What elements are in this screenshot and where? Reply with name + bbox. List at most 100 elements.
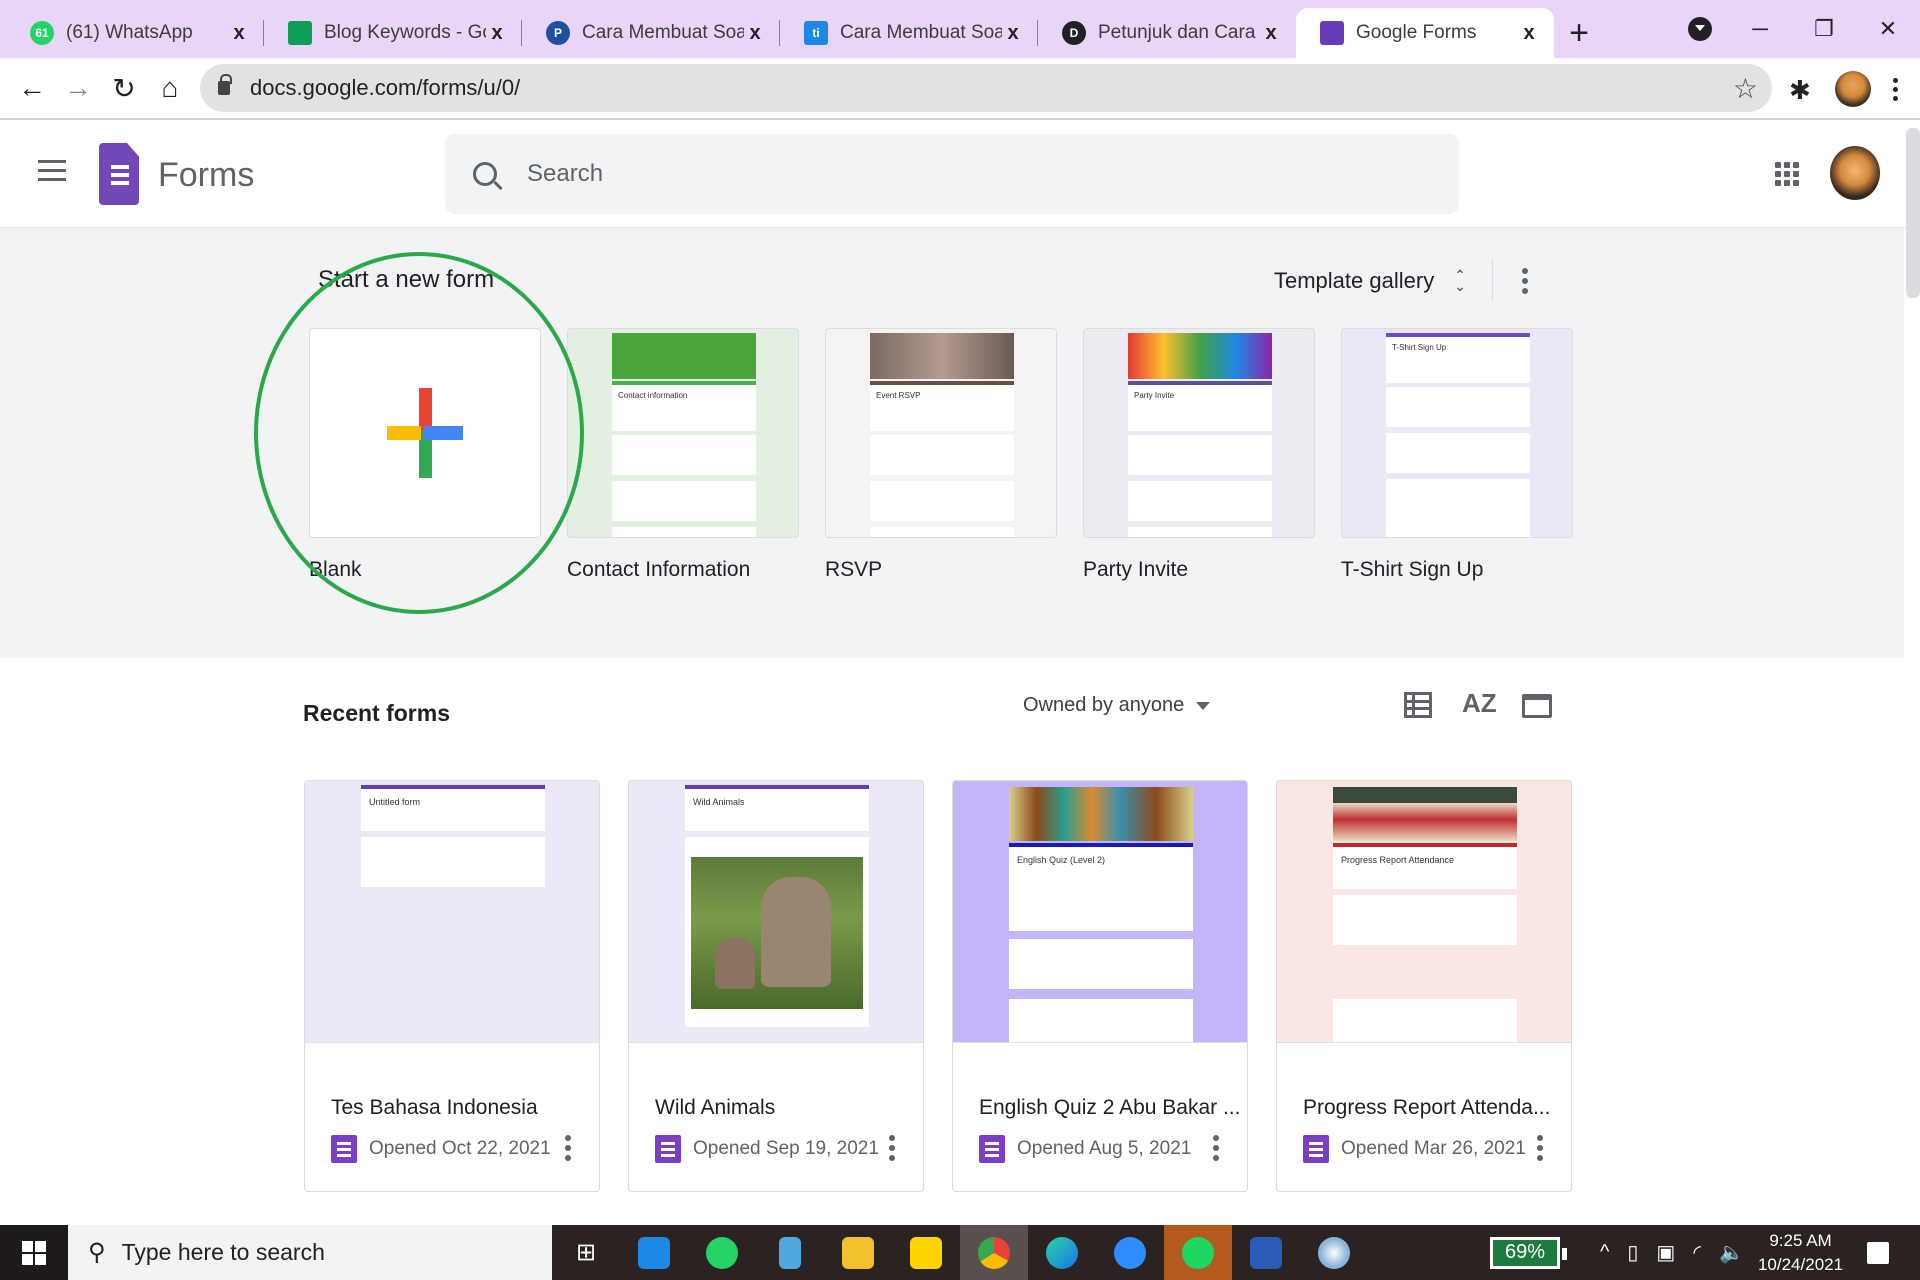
word-app-icon[interactable] xyxy=(1232,1225,1300,1280)
app-name[interactable]: Forms xyxy=(158,156,254,195)
template-thumbnail[interactable]: T-Shirt Sign Up xyxy=(1341,328,1573,538)
close-tab-icon[interactable]: x xyxy=(486,22,508,45)
template-card[interactable]: Event RSVP RSVP xyxy=(825,328,1057,582)
reload-button[interactable]: ↻ xyxy=(102,66,146,110)
clock[interactable]: 9:25 AM 10/24/2021 xyxy=(1758,1229,1843,1277)
minimize-button[interactable]: ─ xyxy=(1728,16,1792,42)
opened-date: Opened Sep 19, 2021 xyxy=(693,1138,879,1159)
sort-az-icon[interactable]: AZ xyxy=(1462,688,1497,719)
close-window-button[interactable]: ✕ xyxy=(1856,16,1920,42)
folder-picker-icon[interactable] xyxy=(1522,694,1552,718)
template-gallery-toggle[interactable]: Template gallery ⌃ ⌄ xyxy=(1274,268,1466,294)
form-more-options-icon[interactable] xyxy=(1537,1135,1543,1161)
paint-app-icon[interactable] xyxy=(1300,1225,1368,1280)
form-mini-question xyxy=(361,837,545,887)
template-header-image xyxy=(1128,333,1272,379)
search-input[interactable] xyxy=(527,160,1327,188)
close-tab-icon[interactable]: x xyxy=(1518,22,1540,45)
bookmark-star-icon[interactable]: ☆ xyxy=(1733,72,1758,105)
pinned-app-icon[interactable] xyxy=(756,1225,824,1280)
page-scrollbar[interactable] xyxy=(1906,128,1920,298)
template-thumbnail[interactable]: Party Invite xyxy=(1083,328,1315,538)
address-bar[interactable]: docs.google.com/forms/u/0/ ☆ xyxy=(200,64,1772,112)
template-mini-title-card: Event RSVP xyxy=(870,385,1014,431)
template-thumbnail[interactable]: Event RSVP xyxy=(825,328,1057,538)
recent-form-card[interactable]: Untitled form Tes Bahasa Indonesia Opene… xyxy=(304,780,600,1192)
recent-form-card[interactable]: English Quiz (Level 2) English Quiz 2 Ab… xyxy=(952,780,1248,1192)
template-mini-question xyxy=(1386,479,1530,537)
template-more-options-icon[interactable] xyxy=(1522,268,1528,294)
extensions-puzzle-icon[interactable]: ✱ xyxy=(1789,75,1817,105)
google-apps-icon[interactable] xyxy=(1775,162,1799,186)
template-card[interactable]: T-Shirt Sign Up T-Shirt Sign Up xyxy=(1341,328,1573,582)
tab-search-icon[interactable] xyxy=(1688,17,1712,41)
restore-button[interactable]: ❐ xyxy=(1792,16,1856,42)
diploma-header-image xyxy=(1333,787,1517,841)
account-avatar[interactable] xyxy=(1830,146,1880,200)
browser-tab[interactable]: Google Forms x xyxy=(1296,8,1554,58)
blank-thumbnail[interactable] xyxy=(309,328,541,538)
form-opened-meta: Opened Aug 5, 2021 xyxy=(979,1135,1191,1163)
clock-date: 10/24/2021 xyxy=(1757,1254,1844,1274)
browser-tab[interactable]: ti Cara Membuat Soal Ox xyxy=(780,8,1038,58)
home-button[interactable]: ⌂ xyxy=(148,66,192,110)
battery-indicator[interactable]: 69% xyxy=(1490,1236,1567,1269)
browser-tab[interactable]: 61 (61) WhatsApp x xyxy=(6,8,264,58)
owner-filter-dropdown[interactable]: Owned by anyone xyxy=(1023,694,1211,717)
zoom-app-icon[interactable] xyxy=(1096,1225,1164,1280)
template-mini-title: Event RSVP xyxy=(876,391,921,400)
mail-app-icon[interactable] xyxy=(620,1225,688,1280)
forms-logo-icon[interactable] xyxy=(99,143,139,205)
template-card[interactable]: Party Invite Party Invite xyxy=(1083,328,1315,582)
main-menu-icon[interactable] xyxy=(38,160,66,187)
form-mini-title-card: Wild Animals xyxy=(685,789,869,831)
whatsapp-app-icon[interactable] xyxy=(688,1225,756,1280)
template-blank[interactable]: Blank xyxy=(309,328,541,582)
template-mini-question xyxy=(612,527,756,537)
form-preview: English Quiz (Level 2) xyxy=(953,781,1247,1043)
template-card[interactable]: Contact information Contact Information xyxy=(567,328,799,582)
form-more-options-icon[interactable] xyxy=(565,1135,571,1161)
form-name: Progress Report Attenda... xyxy=(1303,1096,1551,1119)
close-tab-icon[interactable]: x xyxy=(1260,22,1282,45)
opened-date: Opened Oct 22, 2021 xyxy=(369,1138,551,1159)
close-tab-icon[interactable]: x xyxy=(744,22,766,45)
recent-form-card[interactable]: Progress Report Attendance Progress Repo… xyxy=(1276,780,1572,1192)
taskbar-search[interactable]: ⚲ Type here to search xyxy=(68,1225,552,1280)
new-tab-button[interactable]: + xyxy=(1554,8,1604,58)
browser-menu-button[interactable] xyxy=(1893,77,1898,101)
browser-tab[interactable]: Blog Keywords - Googx xyxy=(264,8,522,58)
template-mini-question xyxy=(612,481,756,521)
show-hidden-icons-chevron[interactable]: ^ xyxy=(1600,1241,1609,1264)
browser-tab[interactable]: P Cara Membuat Soal dix xyxy=(522,8,780,58)
phone-link-icon[interactable]: ▯ xyxy=(1627,1240,1638,1265)
browser-profile-avatar[interactable] xyxy=(1835,71,1871,107)
forward-button[interactable]: → xyxy=(56,66,100,110)
volume-icon[interactable]: 🔈 xyxy=(1719,1240,1744,1265)
close-tab-icon[interactable]: x xyxy=(1002,22,1024,45)
start-button[interactable] xyxy=(0,1225,68,1280)
search-icon[interactable] xyxy=(473,162,497,186)
chrome-app-icon[interactable] xyxy=(960,1225,1028,1280)
file-explorer-icon[interactable] xyxy=(824,1225,892,1280)
close-tab-icon[interactable]: x xyxy=(228,22,250,45)
browser-tab[interactable]: D Petunjuk dan Cara Mex xyxy=(1038,8,1296,58)
form-more-options-icon[interactable] xyxy=(1213,1135,1219,1161)
template-thumbnail[interactable]: Contact information xyxy=(567,328,799,538)
task-view-icon[interactable]: ⊞ xyxy=(552,1225,620,1280)
recent-form-card[interactable]: Wild Animals Wild Animals Opened Sep 19,… xyxy=(628,780,924,1192)
form-more-options-icon[interactable] xyxy=(889,1135,895,1161)
search-bar[interactable] xyxy=(445,134,1459,214)
sticky-notes-icon[interactable] xyxy=(892,1225,960,1280)
wifi-icon[interactable]: ◜ xyxy=(1693,1240,1701,1265)
edge-app-icon[interactable] xyxy=(1028,1225,1096,1280)
template-label: Party Invite xyxy=(1083,558,1189,581)
form-opened-meta: Opened Sep 19, 2021 xyxy=(655,1135,879,1163)
notifications-icon[interactable] xyxy=(1867,1241,1890,1264)
spotify-app-icon[interactable] xyxy=(1164,1225,1232,1280)
clock-time: 9:25 AM xyxy=(1769,1230,1832,1250)
display-icon[interactable]: ▣ xyxy=(1656,1240,1675,1265)
list-view-icon[interactable] xyxy=(1404,692,1432,718)
tab-title: (61) WhatsApp xyxy=(66,22,193,43)
back-button[interactable]: ← xyxy=(10,66,54,110)
